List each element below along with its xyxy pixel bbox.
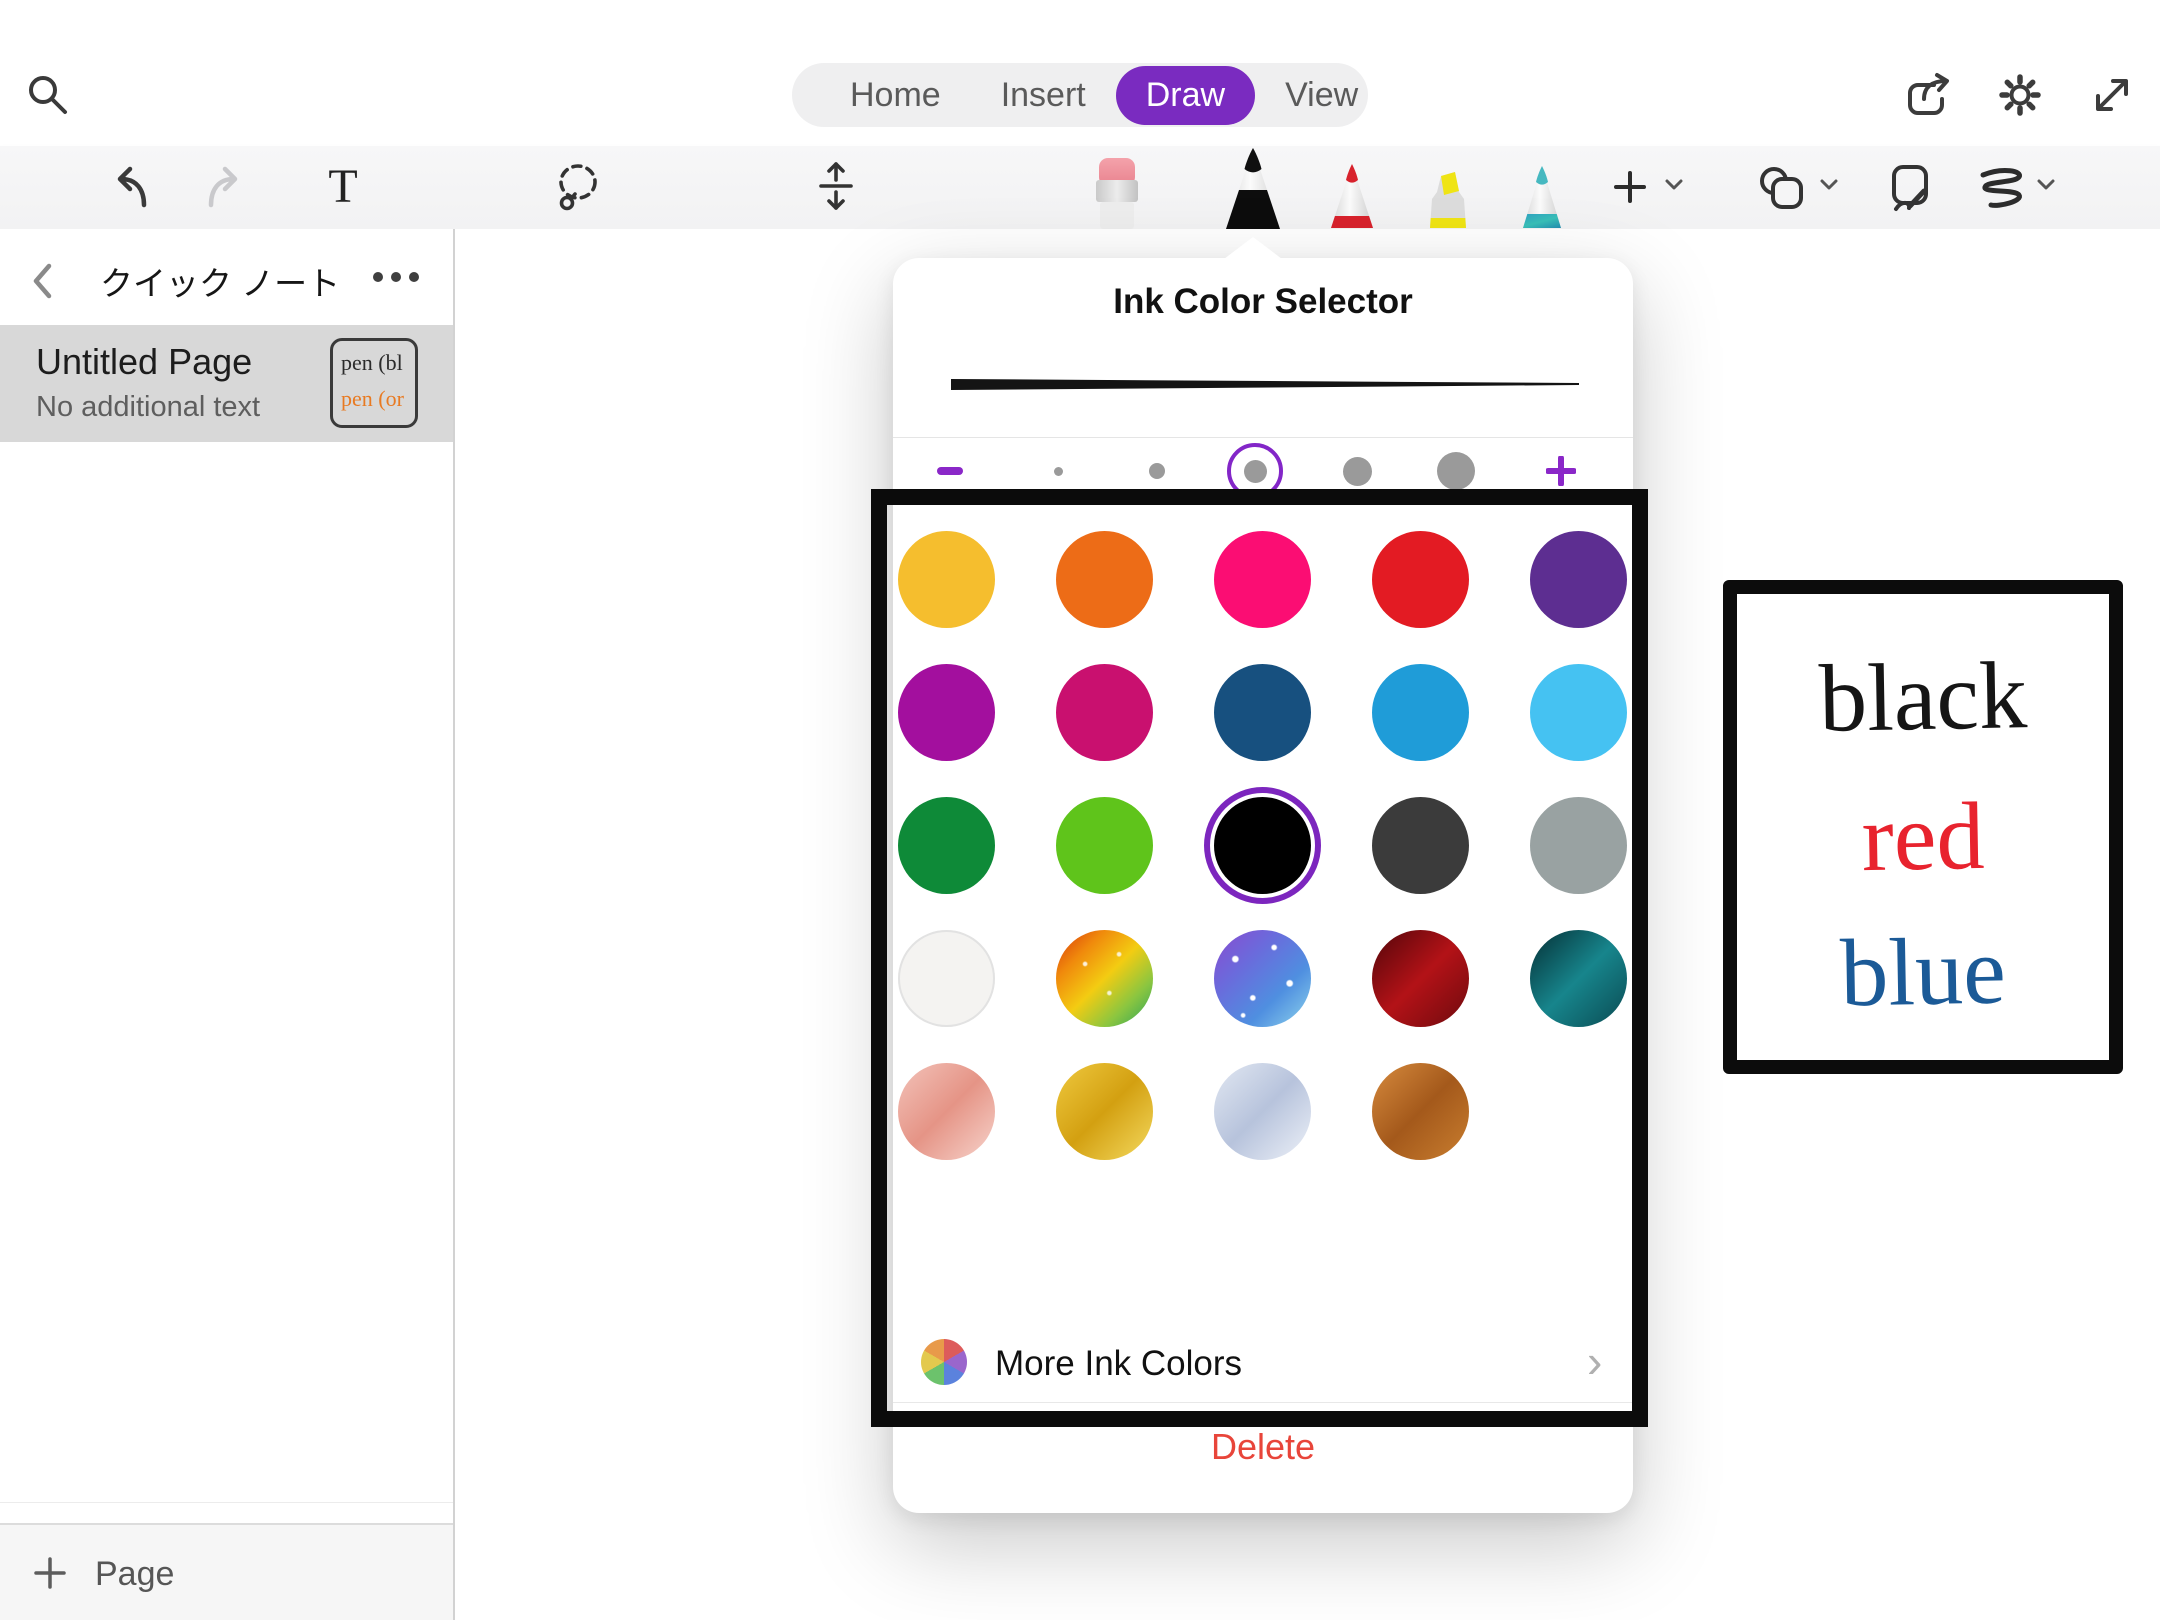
black-pen-tool[interactable] bbox=[1221, 146, 1285, 230]
add-pen-icon[interactable] bbox=[1610, 167, 1650, 207]
ink-annotate-icon[interactable] bbox=[1886, 163, 1934, 213]
yellow-highlighter-tool[interactable] bbox=[1420, 162, 1476, 229]
tab-view[interactable]: View bbox=[1255, 66, 1388, 125]
more-options-icon[interactable] bbox=[368, 269, 424, 285]
teal-pencil-tool[interactable] bbox=[1514, 162, 1570, 229]
add-page-label[interactable]: Page bbox=[95, 1555, 174, 1594]
draw-toolbar: T Text Mode Lasso Select Insert Space bbox=[0, 146, 2160, 229]
tab-bar: HomeInsertDrawView bbox=[792, 63, 1368, 127]
lasso-select-icon[interactable] bbox=[551, 159, 603, 215]
handwritten-note-box: black red blue bbox=[1723, 580, 2123, 1074]
stroke-preview bbox=[951, 378, 1579, 392]
selector-annotation-rectangle bbox=[871, 489, 1648, 1427]
divider bbox=[0, 1502, 453, 1503]
settings-gear-icon[interactable] bbox=[1996, 71, 2044, 119]
share-icon[interactable] bbox=[1904, 71, 1952, 119]
fullscreen-expand-icon[interactable] bbox=[2088, 71, 2136, 119]
popup-callout-arrow bbox=[1224, 237, 1282, 259]
tab-insert[interactable]: Insert bbox=[971, 66, 1116, 125]
dot bbox=[1054, 467, 1063, 476]
sidebar-footer: Page bbox=[0, 1523, 453, 1620]
svg-text:T: T bbox=[328, 160, 357, 213]
tab-home[interactable]: Home bbox=[820, 66, 971, 125]
handwritten-word-red: red bbox=[1736, 786, 2110, 888]
add-pen-chevron-icon[interactable] bbox=[1665, 179, 1683, 191]
handwritten-word-black: black bbox=[1736, 646, 2110, 748]
ink-replay-squiggle-icon[interactable] bbox=[1975, 165, 2031, 211]
page-subtitle: No additional text bbox=[36, 391, 260, 424]
popup-title: Ink Color Selector bbox=[893, 282, 1633, 322]
add-page-icon[interactable] bbox=[30, 1553, 70, 1593]
dot bbox=[1343, 457, 1372, 486]
undo-icon[interactable] bbox=[104, 161, 156, 213]
handwritten-word-blue: blue bbox=[1736, 921, 2110, 1023]
sidebar: クイック ノート Untitled Page No additional tex… bbox=[0, 229, 455, 1620]
thumbnail-line: pen (or bbox=[341, 381, 415, 417]
red-pen-tool[interactable] bbox=[1324, 162, 1380, 229]
page-list-item[interactable]: Untitled Page No additional text pen (bl… bbox=[0, 325, 453, 442]
thumbnail-line: pen (bl bbox=[341, 345, 415, 381]
decrease-thickness-button[interactable] bbox=[937, 467, 963, 475]
shapes-icon[interactable] bbox=[1757, 165, 1809, 211]
notebook-title: クイック ノート bbox=[100, 257, 340, 305]
ink-replay-chevron-icon[interactable] bbox=[2037, 179, 2055, 191]
delete-button[interactable]: Delete bbox=[893, 1426, 1633, 1468]
tab-draw[interactable]: Draw bbox=[1116, 66, 1255, 125]
eraser-tool[interactable] bbox=[1089, 156, 1145, 230]
increase-thickness-button[interactable] bbox=[1546, 456, 1576, 486]
redo-icon[interactable] bbox=[199, 161, 251, 213]
back-chevron-icon[interactable] bbox=[28, 261, 56, 301]
top-header: HomeInsertDrawView bbox=[0, 0, 2160, 146]
dot bbox=[1149, 463, 1165, 479]
onenote-window: HomeInsertDrawView bbox=[0, 0, 2160, 1620]
insert-space-icon[interactable] bbox=[812, 159, 860, 213]
shapes-chevron-icon[interactable] bbox=[1820, 179, 1838, 191]
dot bbox=[1244, 460, 1267, 483]
dot bbox=[1437, 452, 1475, 490]
page-thumbnail: pen (bl pen (or bbox=[330, 338, 418, 428]
text-mode-icon[interactable]: T bbox=[319, 158, 367, 214]
search-icon[interactable] bbox=[22, 71, 70, 119]
page-title: Untitled Page bbox=[36, 341, 252, 383]
